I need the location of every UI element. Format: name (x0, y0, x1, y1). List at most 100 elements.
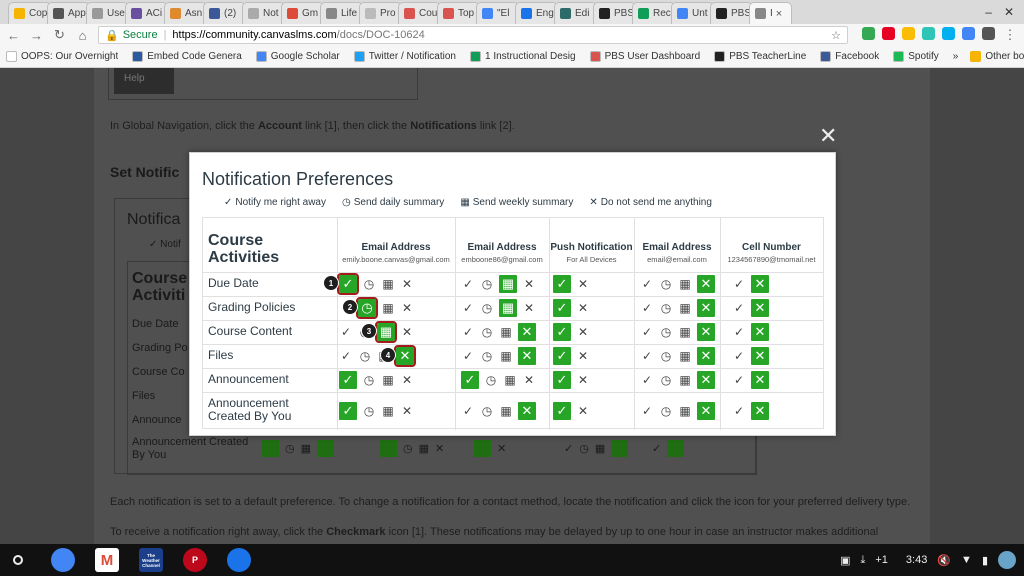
check-icon[interactable]: ✓ (640, 301, 654, 315)
cross-icon[interactable]: ✕ (400, 404, 414, 418)
check-icon[interactable]: ✓ (640, 325, 654, 339)
cross-icon[interactable]: ✕ (400, 301, 414, 315)
cross-icon[interactable]: ✕ (697, 275, 715, 293)
gmail-app-icon[interactable]: M (95, 548, 119, 572)
browser-tab[interactable]: Use (86, 2, 129, 24)
cross-icon[interactable]: ✕ (518, 402, 536, 420)
browser-tab[interactable]: ACi (125, 2, 168, 24)
browser-tab[interactable]: Pro (359, 2, 402, 24)
clock-icon[interactable]: ◷ (659, 404, 673, 418)
other-bookmarks[interactable]: Other bookmarks (970, 51, 1024, 62)
check-icon[interactable]: ✓ (337, 273, 359, 295)
browser-tab[interactable]: I × (749, 2, 792, 24)
browser-tab[interactable]: Unt (671, 2, 714, 24)
browser-tab[interactable]: Top (437, 2, 480, 24)
calendar-icon[interactable]: ▦ (381, 301, 395, 315)
extension-icon[interactable] (962, 27, 975, 40)
calendar-icon[interactable]: ▦ (381, 373, 395, 387)
browser-tab[interactable]: Life (320, 2, 363, 24)
check-icon[interactable]: ✓ (553, 299, 571, 317)
check-icon[interactable]: ✓ (339, 325, 353, 339)
clock-icon[interactable]: ◷ (362, 277, 376, 291)
cross-icon[interactable]: ✕ (400, 373, 414, 387)
clock-icon[interactable]: ◷ (659, 349, 673, 363)
check-icon[interactable]: ✓ (732, 277, 746, 291)
minimize-button[interactable]: – (985, 5, 992, 19)
check-icon[interactable]: ✓ (732, 373, 746, 387)
calendar-icon[interactable]: ▦ (678, 404, 692, 418)
check-icon[interactable]: ✓ (732, 301, 746, 315)
clock-icon[interactable]: ◷ (480, 277, 494, 291)
browser-tab[interactable]: PBS (710, 2, 753, 24)
check-icon[interactable]: ✓ (339, 402, 357, 420)
bookmark-item[interactable]: Embed Code Genera (132, 51, 242, 62)
close-window-button[interactable]: ✕ (1004, 5, 1014, 19)
cross-icon[interactable]: ✕ (576, 349, 590, 363)
pinterest-extension-icon[interactable] (882, 27, 895, 40)
check-icon[interactable]: ✓ (553, 402, 571, 420)
cross-icon[interactable]: ✕ (697, 347, 715, 365)
clock-icon[interactable]: ◷ (362, 404, 376, 418)
forward-arrow-icon[interactable]: → (29, 28, 44, 43)
bookmark-item[interactable]: Twitter / Notification (353, 51, 456, 62)
skype-extension-icon[interactable] (942, 27, 955, 40)
calendar-icon[interactable]: ▦ (381, 277, 395, 291)
cross-icon[interactable]: ✕ (697, 371, 715, 389)
browser-tab[interactable]: Eng (515, 2, 558, 24)
check-icon[interactable]: ✓ (640, 349, 654, 363)
calendar-icon[interactable]: ▦ (375, 321, 397, 343)
address-bar[interactable]: 🔒 Secure | https://community.canvaslms.c… (98, 26, 848, 44)
cross-icon[interactable]: ✕ (522, 277, 536, 291)
cross-icon[interactable]: ✕ (576, 325, 590, 339)
cross-icon[interactable]: ✕ (400, 325, 414, 339)
bookmark-star-icon[interactable]: ☆ (831, 29, 841, 42)
cross-icon[interactable]: ✕ (394, 345, 416, 367)
cross-icon[interactable]: ✕ (751, 323, 769, 341)
browser-tab[interactable]: Rec (632, 2, 675, 24)
browser-tab[interactable]: Cop (8, 2, 51, 24)
browser-tab[interactable]: App (47, 2, 90, 24)
clock-icon[interactable]: ◷ (358, 349, 372, 363)
cross-icon[interactable]: ✕ (697, 299, 715, 317)
calendar-icon[interactable]: ▦ (678, 325, 692, 339)
bookmark-item[interactable]: 1 Instructional Desig (469, 51, 576, 62)
browser-tab[interactable]: Not (242, 2, 285, 24)
cross-icon[interactable]: ✕ (751, 371, 769, 389)
cross-icon[interactable]: ✕ (518, 323, 536, 341)
bookmark-item[interactable]: OOPS: Our Overnight (6, 51, 118, 62)
clock-icon[interactable]: ◷ (659, 277, 673, 291)
calendar-icon[interactable]: ▦ (499, 404, 513, 418)
check-icon[interactable]: ✓ (640, 373, 654, 387)
check-icon[interactable]: ✓ (553, 275, 571, 293)
calendar-icon[interactable]: ▦ (499, 299, 517, 317)
check-icon[interactable]: ✓ (461, 404, 475, 418)
check-icon[interactable]: ✓ (339, 371, 357, 389)
weather-app-icon[interactable]: The Weather Channel (139, 548, 163, 572)
check-icon[interactable]: ✓ (732, 325, 746, 339)
cross-icon[interactable]: ✕ (751, 299, 769, 317)
calendar-icon[interactable]: ▦ (503, 373, 517, 387)
chrome-app-icon[interactable] (51, 548, 75, 572)
clock-icon[interactable]: ◷ (480, 325, 494, 339)
cross-icon[interactable]: ✕ (518, 347, 536, 365)
check-icon[interactable]: ✓ (640, 277, 654, 291)
check-icon[interactable]: ✓ (553, 347, 571, 365)
cross-icon[interactable]: ✕ (522, 373, 536, 387)
calendar-icon[interactable]: ▦ (678, 349, 692, 363)
cross-icon[interactable]: ✕ (751, 347, 769, 365)
clock-icon[interactable]: ◷ (659, 301, 673, 315)
cross-icon[interactable]: ✕ (576, 404, 590, 418)
clock-icon[interactable]: ◷ (356, 297, 378, 319)
close-icon[interactable]: ✕ (819, 123, 837, 149)
cross-icon[interactable]: ✕ (576, 277, 590, 291)
pinterest-app-icon[interactable]: P (183, 548, 207, 572)
check-icon[interactable]: ✓ (732, 404, 746, 418)
check-icon[interactable]: ✓ (461, 371, 479, 389)
check-icon[interactable]: ✓ (553, 323, 571, 341)
cross-icon[interactable]: ✕ (522, 301, 536, 315)
tab-close-icon[interactable]: × (776, 8, 782, 20)
extension-icon[interactable] (862, 27, 875, 40)
check-icon[interactable]: ✓ (339, 349, 353, 363)
check-icon[interactable]: ✓ (553, 371, 571, 389)
cross-icon[interactable]: ✕ (697, 402, 715, 420)
